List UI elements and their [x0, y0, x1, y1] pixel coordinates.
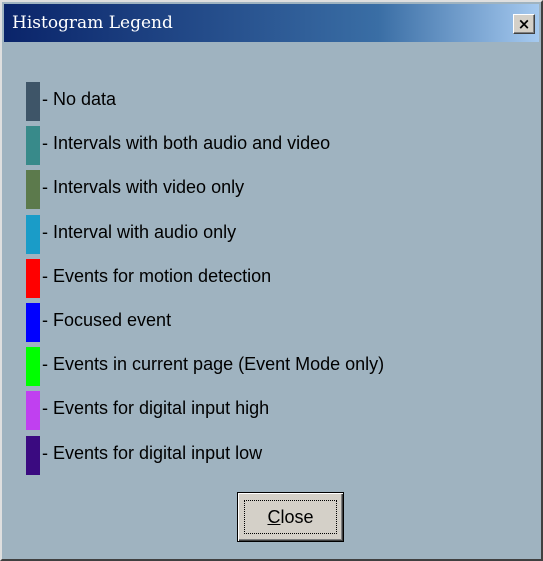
legend-label: - Events for motion detection — [42, 265, 272, 286]
legend-label: - No data — [42, 89, 117, 109]
title-bar[interactable]: Histogram Legend × — [4, 4, 539, 42]
close-button-focus-rect: Close — [244, 500, 337, 534]
legend-item-no-data: - No data — [26, 82, 526, 126]
close-button-label: Close — [267, 507, 313, 528]
legend-label: - Intervals with both audio and video — [42, 133, 331, 154]
legend-item-digital-input-low: - Events for digital input low — [26, 435, 526, 480]
color-swatch — [26, 391, 40, 431]
legend-label: - Events for digital input high — [42, 398, 270, 419]
legend-item-motion-detection: - Events for motion detection — [26, 258, 526, 303]
close-label-rest: lose — [280, 506, 314, 527]
legend-label: - Interval with audio only — [42, 221, 237, 242]
legend-item-current-page-events: - Events in current page (Event Mode onl… — [26, 347, 526, 391]
legend-label: - Focused event — [42, 309, 172, 330]
window-title: Histogram Legend — [12, 13, 173, 33]
color-swatch — [26, 347, 40, 387]
histogram-legend-dialog: Histogram Legend × - No data - Intervals… — [0, 0, 543, 561]
legend-item-audio-only: - Interval with audio only — [26, 214, 526, 259]
color-swatch — [26, 82, 40, 121]
color-swatch — [26, 302, 40, 342]
legend-item-digital-input-high: - Events for digital input high — [26, 391, 526, 435]
legend-label: - Events for digital input low — [42, 442, 263, 463]
color-swatch — [26, 435, 40, 475]
legend-label: - Events in current page (Event Mode onl… — [42, 354, 385, 375]
color-swatch — [26, 126, 40, 166]
legend-list: - No data - Intervals with both audio an… — [26, 82, 526, 480]
color-swatch — [26, 258, 40, 298]
close-icon[interactable]: × — [513, 14, 535, 34]
legend-item-audio-and-video: - Intervals with both audio and video — [26, 126, 526, 170]
color-swatch — [26, 214, 40, 254]
legend-label: - Intervals with video only — [42, 177, 245, 198]
legend-item-focused-event: - Focused event — [26, 302, 526, 347]
legend-item-video-only: - Intervals with video only — [26, 170, 526, 214]
close-button[interactable]: Close — [237, 492, 344, 542]
close-mnemonic: C — [267, 506, 281, 527]
color-swatch — [26, 170, 40, 210]
